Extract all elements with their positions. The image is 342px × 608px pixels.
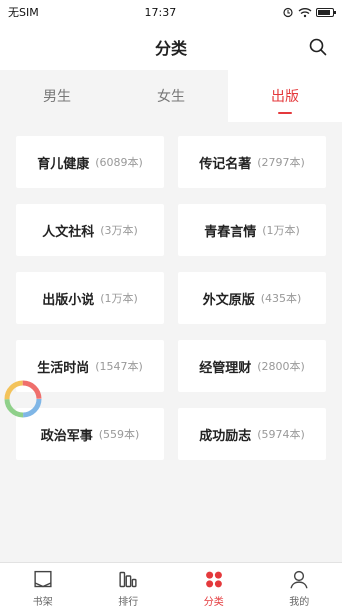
active-tab-indicator: [278, 112, 292, 114]
tab-label: 女生: [157, 89, 185, 105]
nav-ranking[interactable]: 排行: [86, 563, 172, 608]
category-count: (559本): [98, 428, 140, 441]
nav-label: 排行: [118, 597, 139, 608]
category-name: 出版小说: [42, 292, 95, 308]
title-bar: 分类: [0, 24, 342, 70]
category-name: 成功励志: [199, 428, 252, 444]
nav-profile[interactable]: 我的: [257, 563, 342, 608]
tab-female[interactable]: 女生: [114, 70, 228, 122]
category-name: 政治军事: [40, 428, 93, 444]
page-title: 分类: [154, 39, 187, 58]
gender-tabs: 男生 女生 出版: [0, 70, 342, 122]
profile-icon: [290, 570, 308, 589]
clock: 17:37: [144, 5, 177, 19]
category-grid: 育儿健康 (6089本) 传记名著 (2797本) 人文社科 (3万本) 青春言…: [0, 122, 342, 460]
category-count: (3万本): [100, 224, 138, 237]
category-name: 外文原版: [202, 292, 255, 308]
alarm-icon: [283, 7, 293, 18]
category-card[interactable]: 出版小说 (1万本): [16, 272, 164, 324]
status-icons: [282, 6, 336, 18]
category-count: (2797本): [257, 156, 305, 169]
battery-icon: [315, 7, 336, 17]
ranking-icon: [119, 571, 137, 588]
category-name: 生活时尚: [37, 360, 90, 376]
category-card[interactable]: 外文原版 (435本): [178, 272, 326, 324]
loading-spinner-icon: [4, 380, 42, 418]
tab-label: 出版: [271, 89, 299, 105]
wifi-icon: [298, 7, 312, 17]
carrier-label: 无SIM: [8, 6, 39, 19]
category-name: 经管理财: [199, 360, 252, 376]
nav-bookshelf[interactable]: 书架: [0, 563, 86, 608]
category-name: 人文社科: [42, 224, 95, 240]
tab-label: 男生: [43, 89, 71, 105]
tab-publishing[interactable]: 出版: [228, 70, 342, 122]
category-name: 传记名著: [199, 156, 252, 172]
category-count: (1万本): [100, 292, 138, 305]
category-count: (1万本): [262, 224, 300, 237]
category-count: (5974本): [257, 428, 305, 441]
nav-category[interactable]: 分类: [171, 563, 257, 608]
category-card[interactable]: 传记名著 (2797本): [178, 136, 326, 188]
category-count: (2800本): [257, 360, 305, 373]
category-count: (1547本): [95, 360, 143, 373]
status-bar: 无SIM 17:37: [0, 0, 342, 24]
category-count: (6089本): [95, 156, 143, 169]
nav-label: 分类: [203, 597, 224, 608]
tab-male[interactable]: 男生: [0, 70, 114, 122]
category-card[interactable]: 成功励志 (5974本): [178, 408, 326, 460]
category-icon: [205, 571, 222, 588]
search-icon[interactable]: [308, 37, 328, 57]
category-name: 育儿健康: [37, 156, 90, 172]
nav-label: 书架: [32, 597, 53, 608]
category-card[interactable]: 经管理财 (2800本): [178, 340, 326, 392]
category-card[interactable]: 育儿健康 (6089本): [16, 136, 164, 188]
nav-label: 我的: [289, 597, 310, 608]
category-card[interactable]: 人文社科 (3万本): [16, 204, 164, 256]
bookshelf-icon: [34, 570, 52, 588]
category-count: (435本): [260, 292, 302, 305]
category-card[interactable]: 青春言情 (1万本): [178, 204, 326, 256]
bottom-nav: 书架 排行 分类 我的: [0, 562, 342, 608]
category-name: 青春言情: [204, 224, 257, 240]
